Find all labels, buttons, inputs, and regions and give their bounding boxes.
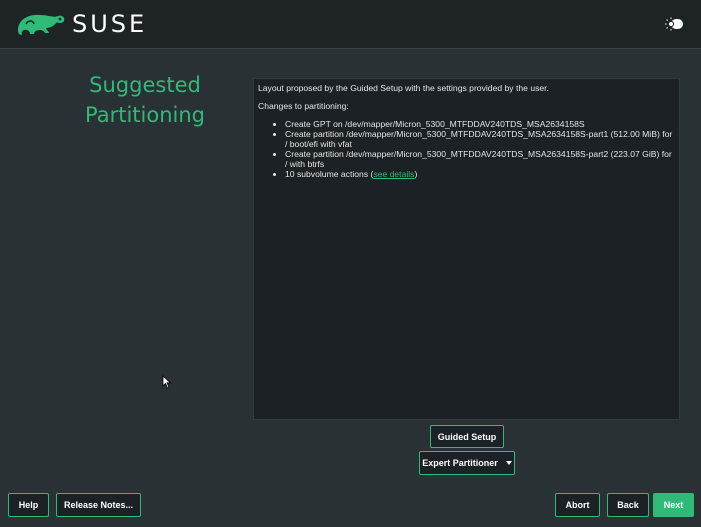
guided-setup-label: Guided Setup <box>437 431 497 442</box>
changes-heading: Changes to partitioning: <box>258 101 349 111</box>
abort-button[interactable]: Abort <box>555 493 600 517</box>
mouse-pointer-icon <box>162 374 172 393</box>
chevron-down-icon[interactable] <box>505 461 512 465</box>
help-button[interactable]: Help <box>8 493 49 517</box>
guided-setup-button[interactable]: Guided Setup <box>430 425 504 448</box>
next-button[interactable]: Next <box>653 493 694 517</box>
subvolume-close: ) <box>414 169 418 179</box>
subvolume-text: 10 subvolume actions ( <box>285 169 374 179</box>
page-title: Suggested Partitioning <box>60 70 230 130</box>
abort-label: Abort <box>565 500 590 510</box>
sun-toggle-icon <box>665 17 683 31</box>
suse-logo: SUSE <box>16 10 147 38</box>
expert-partitioner-label: Expert Partitioner <box>422 458 498 468</box>
list-item: Create partition /dev/mapper/Micron_5300… <box>285 129 675 149</box>
page-title-line1: Suggested <box>89 73 201 97</box>
theme-toggle[interactable] <box>665 16 685 31</box>
top-bar: SUSE <box>0 0 701 49</box>
summary-intro: Layout proposed by the Guided Setup with… <box>258 83 549 93</box>
page-title-line2: Partitioning <box>85 103 205 127</box>
next-label: Next <box>663 500 684 510</box>
help-label: Help <box>18 500 39 510</box>
chameleon-icon <box>18 14 65 35</box>
list-item: Create partition /dev/mapper/Micron_5300… <box>285 149 675 169</box>
expert-partitioner-button[interactable]: Expert Partitioner <box>419 451 515 475</box>
release-notes-label: Release Notes... <box>63 500 134 510</box>
list-item: 10 subvolume actions (see details) <box>285 169 675 179</box>
changes-list: Create GPT on /dev/mapper/Micron_5300_MT… <box>258 119 675 179</box>
brand-name: SUSE <box>72 10 148 38</box>
partition-summary-panel: Layout proposed by the Guided Setup with… <box>253 78 680 420</box>
back-label: Back <box>617 500 639 510</box>
back-button[interactable]: Back <box>607 493 649 517</box>
list-item: Create GPT on /dev/mapper/Micron_5300_MT… <box>285 119 675 129</box>
release-notes-button[interactable]: Release Notes... <box>56 493 141 517</box>
see-details-link[interactable]: see details <box>373 169 414 179</box>
